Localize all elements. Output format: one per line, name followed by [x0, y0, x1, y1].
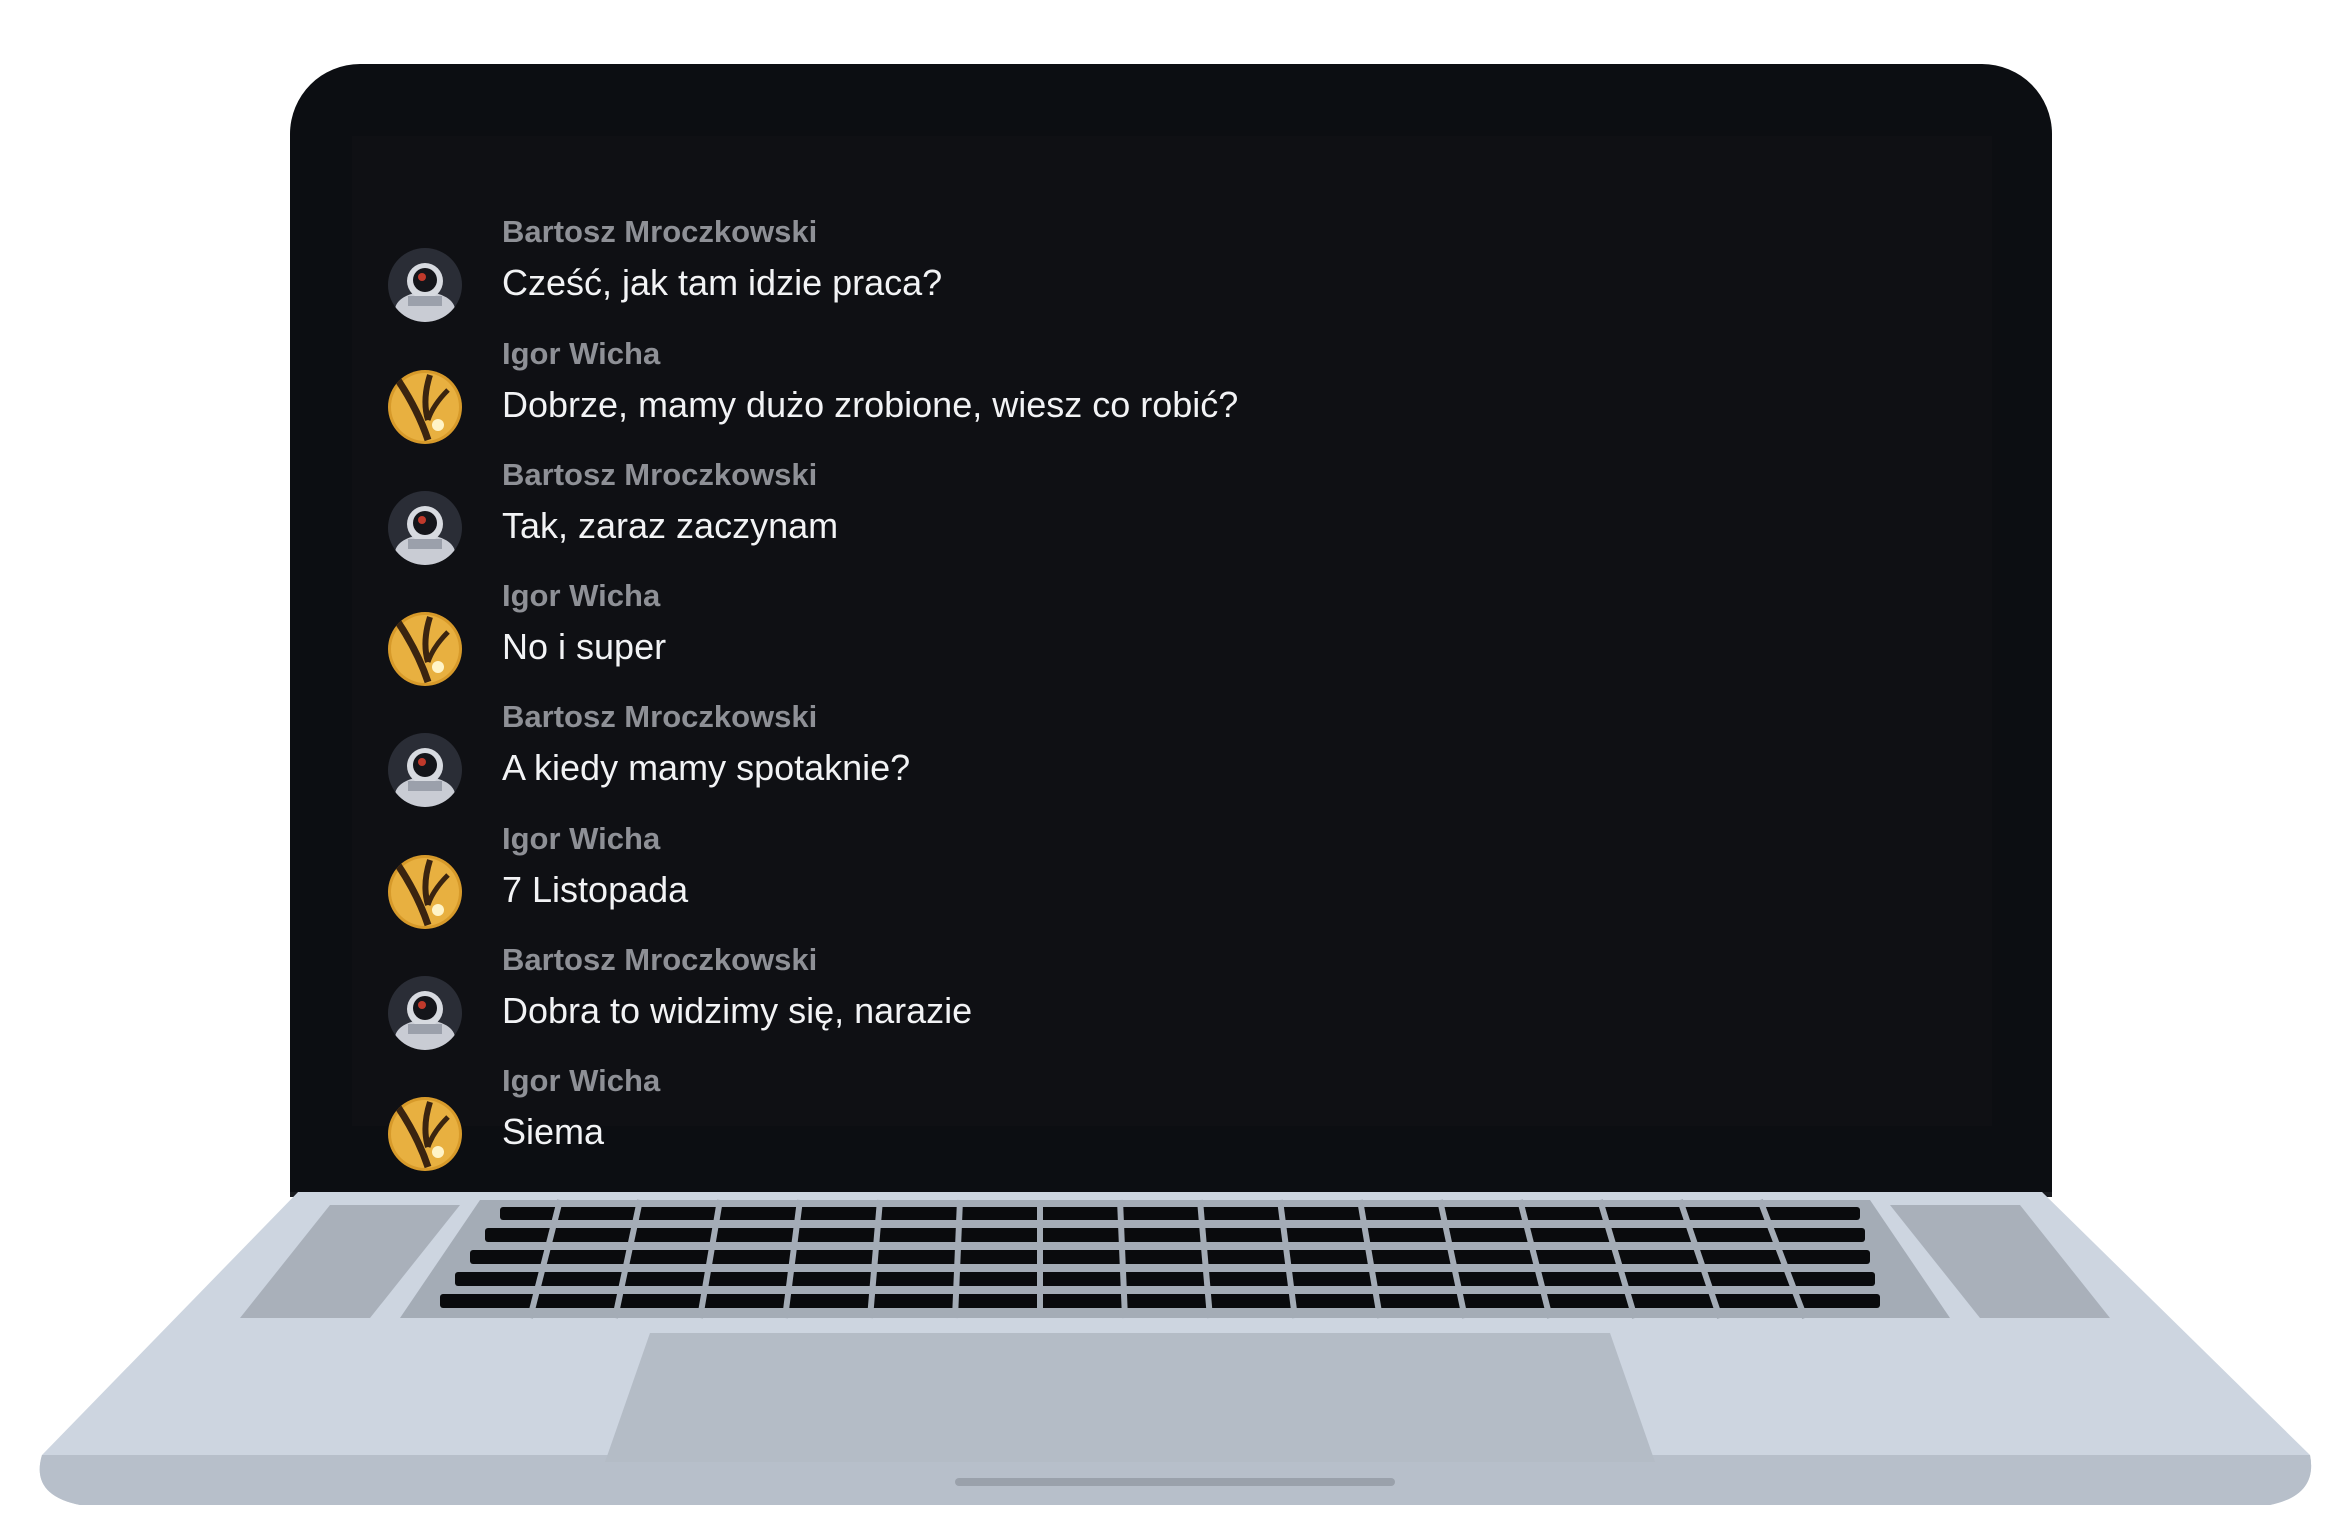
- keyboard-well: [400, 1200, 1950, 1318]
- keyboard-key-gaps: [527, 1198, 1808, 1320]
- laptop-illustration: Bartosz Mroczkowski Cześć, jak tam idzie…: [0, 0, 2328, 1529]
- gold-tree-icon[interactable]: [388, 612, 462, 686]
- astronaut-icon[interactable]: [388, 491, 462, 565]
- message-text: 7 Listopada: [502, 869, 689, 910]
- message-text: Dobra to widzimy się, narazie: [502, 990, 973, 1031]
- chat-message: Igor Wicha No i super: [352, 578, 1992, 688]
- message-text: Tak, zaraz zaczynam: [502, 505, 839, 546]
- chat-message: Bartosz Mroczkowski Tak, zaraz zaczynam: [352, 457, 1992, 567]
- gold-tree-icon[interactable]: [388, 370, 462, 444]
- message-author[interactable]: Bartosz Mroczkowski: [502, 942, 817, 978]
- laptop-body: [39, 1190, 2312, 1505]
- chat-message: Bartosz Mroczkowski Cześć, jak tam idzie…: [352, 214, 1992, 324]
- message-author[interactable]: Igor Wicha: [502, 336, 660, 372]
- astronaut-icon[interactable]: [388, 248, 462, 322]
- astronaut-icon[interactable]: [388, 976, 462, 1050]
- message-author[interactable]: Bartosz Mroczkowski: [502, 214, 817, 250]
- chat-message: Igor Wicha Siema: [352, 1063, 1992, 1171]
- astronaut-icon[interactable]: [388, 733, 462, 807]
- message-author[interactable]: Bartosz Mroczkowski: [502, 457, 817, 493]
- message-author[interactable]: Bartosz Mroczkowski: [502, 699, 817, 735]
- chat-message: Bartosz Mroczkowski Dobra to widzimy się…: [352, 942, 1992, 1052]
- message-author[interactable]: Igor Wicha: [502, 1063, 660, 1099]
- front-notch: [955, 1478, 1395, 1486]
- chat-message: Bartosz Mroczkowski A kiedy mamy spotakn…: [352, 699, 1992, 809]
- keyboard-keys: [440, 1207, 1880, 1308]
- message-author[interactable]: Igor Wicha: [502, 578, 660, 614]
- message-text: A kiedy mamy spotaknie?: [502, 747, 911, 788]
- chat-message: Igor Wicha 7 Listopada: [352, 821, 1992, 931]
- chat-screen: Bartosz Mroczkowski Cześć, jak tam idzie…: [352, 136, 1992, 1171]
- message-text: Cześć, jak tam idzie praca?: [502, 262, 943, 303]
- left-speaker: [240, 1205, 460, 1318]
- right-speaker: [1890, 1205, 2110, 1318]
- gold-tree-icon[interactable]: [388, 855, 462, 929]
- gold-tree-icon[interactable]: [388, 1097, 462, 1171]
- message-text: No i super: [502, 626, 667, 667]
- laptop-lid: Bartosz Mroczkowski Cześć, jak tam idzie…: [290, 64, 2052, 1192]
- message-text: Siema: [502, 1111, 605, 1152]
- trackpad: [605, 1333, 1655, 1462]
- message-author[interactable]: Igor Wicha: [502, 821, 660, 857]
- message-text: Dobrze, mamy dużo zrobione, wiesz co rob…: [502, 384, 1239, 425]
- chat-message: Igor Wicha Dobrze, mamy dużo zrobione, w…: [352, 336, 1992, 446]
